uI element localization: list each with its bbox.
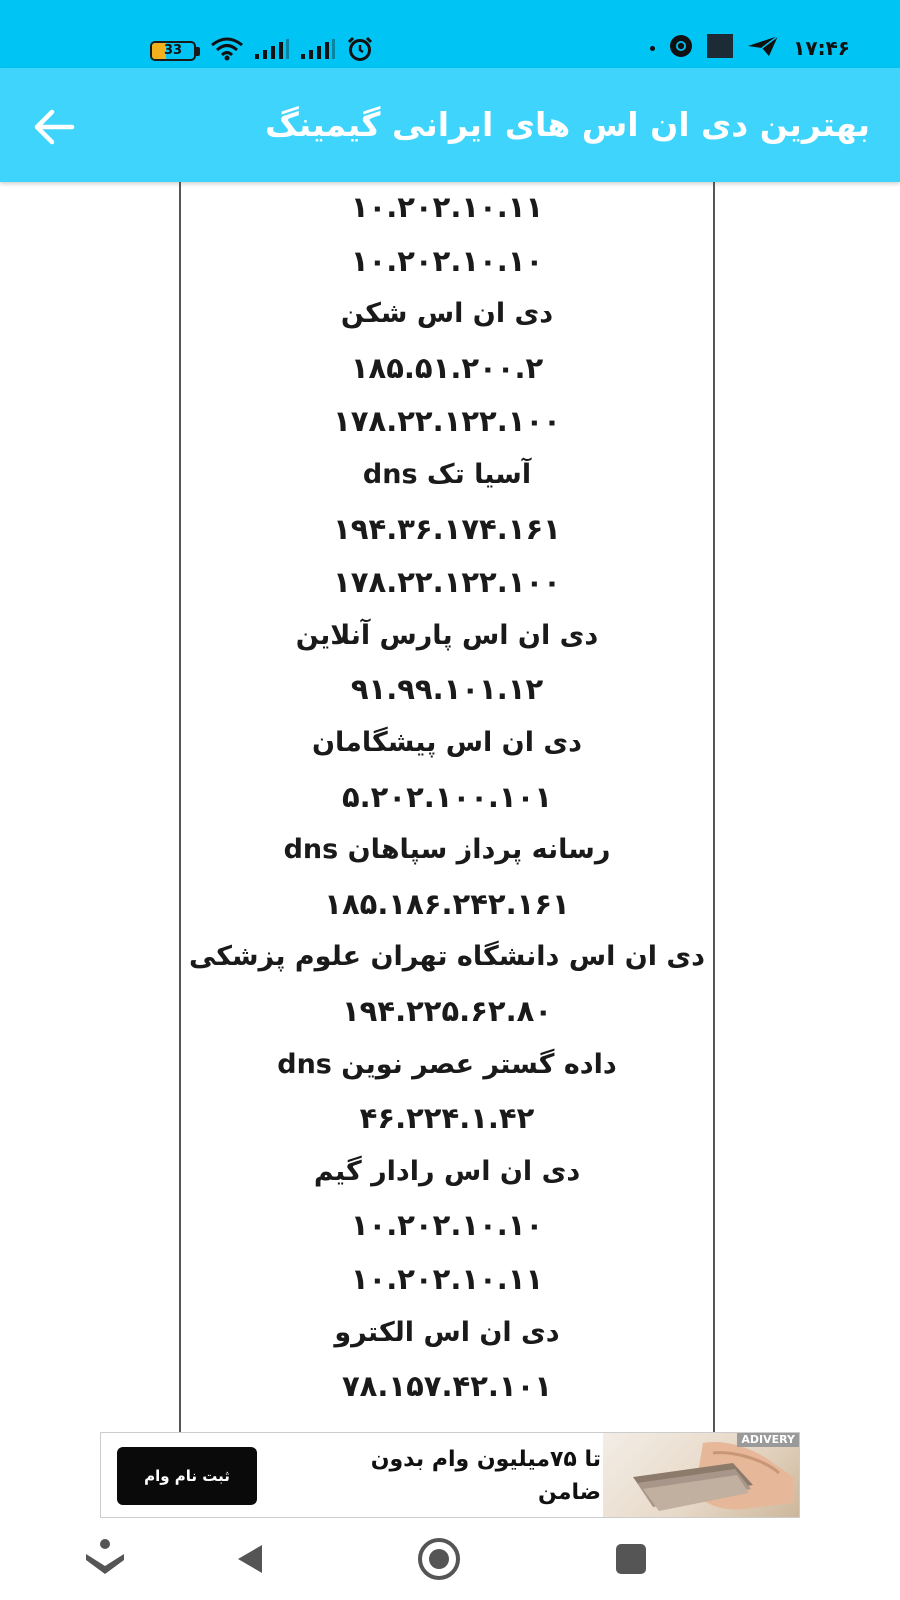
accessibility-button[interactable]: [82, 1536, 128, 1582]
dns-provider-name: آسیا تک dns: [362, 459, 532, 490]
dns-ip-address: ۱۰.۲۰۲.۱۰.۱۰: [350, 1208, 544, 1243]
back-button[interactable]: [30, 103, 78, 151]
ad-tag: ADIVERY: [737, 1433, 799, 1447]
accessibility-icon: [86, 1539, 124, 1574]
nav-back-button[interactable]: [228, 1536, 274, 1582]
signal-icon: [254, 38, 290, 64]
back-triangle-icon: [238, 1545, 262, 1573]
dns-provider-name: دی ان اس دانشگاه تهران علوم پزشکی: [188, 941, 706, 973]
telegram-icon: [747, 35, 779, 61]
wifi-icon: [210, 37, 244, 65]
dns-content[interactable]: ۱۰.۲۰۲.۱۰.۱۱ ۱۰.۲۰۲.۱۰.۱۰ دی ان اس شکن ۱۸۵.…: [0, 182, 900, 1432]
status-bar-left: 33: [150, 36, 374, 66]
dns-ip-address: ۱۰.۲۰۲.۱۰.۱۰: [350, 243, 544, 278]
dns-ip-address: ۱۹۴.۳۶.۱۷۴.۱۶۱: [333, 511, 561, 546]
dns-ip-address: ۱۰.۲۰۲.۱۰.۱۱: [350, 190, 544, 224]
notification-dot: [650, 45, 656, 51]
dns-provider-name: داده گستر عصر نوین dns: [277, 1048, 617, 1080]
ad-text: تا ۷۵میلیون وام بدون ضامن: [370, 1447, 601, 1505]
app-toolbar: بهترین دی ان اس های ایرانی گیمینگ: [0, 68, 900, 182]
dns-ip-address: ۱۹۴.۲۲۵.۶۲.۸۰: [341, 994, 553, 1028]
ad-signup-button[interactable]: ثبت نام وام: [117, 1447, 257, 1505]
battery-tip: [196, 46, 200, 56]
ad-banner[interactable]: ثبت نام وام تا ۷۵میلیون وام بدون ضامن AD…: [100, 1432, 800, 1518]
system-nav-bar: [0, 1518, 900, 1600]
dns-provider-name: دی ان اس رادار گیم: [313, 1155, 581, 1187]
status-bar-right: ۱۷:۴۶: [650, 34, 850, 62]
dns-ip-address: ۱۰.۲۰۲.۱۰.۱۱: [350, 1262, 544, 1296]
nav-recents-button[interactable]: [608, 1536, 654, 1582]
dns-ip-address: ۷۸.۱۵۷.۴۲.۱۰۱: [341, 1369, 553, 1404]
dns-ip-address: ۱۸۵.۵۱.۲۰۰.۲: [350, 350, 544, 385]
clock: ۱۷:۴۶: [793, 36, 850, 60]
battery-icon: 33: [150, 41, 196, 61]
home-circle-icon: [418, 1538, 460, 1580]
dns-provider-name: دی ان اس پیشگامان: [312, 727, 582, 758]
dns-provider-name: دی ان اس پارس آنلاین: [295, 619, 599, 651]
dns-ip-address: ۱۷۸.۲۲.۱۲۲.۱۰۰: [333, 565, 561, 600]
battery-indicator: 33: [150, 41, 200, 61]
app-icon: [707, 34, 734, 62]
dns-ip-address: ۵.۲۰۲.۱۰۰.۱۰۱: [341, 779, 553, 814]
nav-home-button[interactable]: [416, 1536, 462, 1582]
dns-provider-name: دی ان اس الکترو: [334, 1316, 560, 1348]
dns-ip-address: ۱۷۸.۲۲.۱۲۲.۱۰۰: [333, 404, 561, 439]
chrome-icon: [669, 34, 693, 62]
arrow-left-icon: [34, 109, 75, 145]
ad-image[interactable]: ADIVERY: [603, 1433, 799, 1517]
screen: 33 ۱۷:۴۶ بهترین دی ان اس های ایرانی گیمی…: [0, 0, 900, 1600]
page-title: بهترین دی ان اس های ایرانی گیمینگ: [264, 105, 870, 144]
dns-provider-name: دی ان اس شکن: [340, 298, 554, 330]
dns-ip-address: ۱۸۵.۱۸۶.۲۴۲.۱۶۱: [324, 886, 570, 921]
battery-level: 33: [163, 43, 183, 58]
dns-provider-name: رسانه پرداز سپاهان dns: [283, 834, 611, 866]
signal-icon-2: [300, 38, 336, 64]
status-bar: 33 ۱۷:۴۶: [0, 0, 900, 68]
alarm-icon: [346, 36, 374, 66]
dns-ip-address: ۹۱.۹۹.۱۰۱.۱۲: [350, 672, 544, 707]
recents-square-icon: [616, 1544, 646, 1574]
dns-ip-address: ۴۶.۲۲۴.۱.۴۲: [359, 1101, 535, 1136]
